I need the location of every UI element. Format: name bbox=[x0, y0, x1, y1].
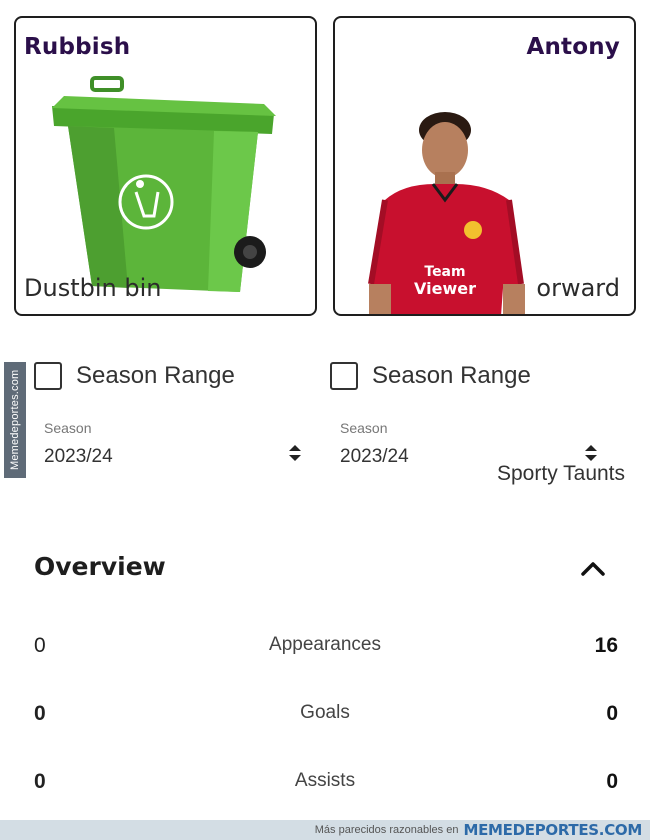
stat-row-appearances: 0 Appearances 16 bbox=[0, 634, 650, 664]
footer-brand: MEMEDEPORTES.COM bbox=[463, 821, 642, 839]
card-title-right: Antony bbox=[526, 34, 620, 60]
card-caption-right: orward bbox=[536, 274, 620, 302]
season-select-left[interactable]: Season 2023/24 bbox=[44, 420, 113, 468]
season-field-value-left: 2023/24 bbox=[44, 446, 113, 467]
green-wheelie-bin-illustration bbox=[52, 76, 276, 292]
sort-updown-icon[interactable] bbox=[288, 444, 302, 462]
season-range-label-right: Season Range bbox=[372, 362, 531, 389]
stat-row-goals: 0 Goals 0 bbox=[0, 702, 650, 732]
stat-right-value: 0 bbox=[606, 702, 618, 725]
chevron-up-icon[interactable] bbox=[579, 558, 607, 578]
season-field-label-left: Season bbox=[44, 420, 92, 436]
overview-title: Overview bbox=[34, 552, 166, 581]
stat-left-value: 0 bbox=[34, 634, 46, 657]
stat-right-value: 0 bbox=[606, 770, 618, 793]
stat-left-value: 0 bbox=[34, 702, 46, 725]
player-photo: Team Viewer bbox=[368, 112, 525, 314]
stat-row-assists: 0 Assists 0 bbox=[0, 770, 650, 800]
season-range-label-left: Season Range bbox=[76, 362, 235, 389]
season-range-toggle-left[interactable]: Season Range bbox=[34, 362, 235, 390]
footer-watermark: Más parecidos razonables en MEMEDEPORTES… bbox=[0, 820, 650, 840]
sort-updown-icon[interactable] bbox=[584, 444, 598, 462]
comparison-card-right: Antony Team Viewer orward bbox=[333, 16, 636, 316]
season-field-value-right: 2023/24 bbox=[340, 446, 409, 467]
comparison-card-left: Rubbish Dustbin bin bbox=[14, 16, 317, 316]
season-select-right[interactable]: Season 2023/24 bbox=[340, 420, 409, 468]
stat-label: Assists bbox=[294, 770, 356, 791]
card-caption-left: Dustbin bin bbox=[24, 274, 162, 302]
season-field-label-right: Season bbox=[340, 420, 388, 436]
season-range-toggle-right[interactable]: Season Range bbox=[330, 362, 531, 390]
footer-small-text: Más parecidos razonables en bbox=[314, 824, 459, 836]
stat-label: Goals bbox=[300, 702, 350, 723]
svg-text:Team: Team bbox=[424, 264, 465, 280]
card-title-left: Rubbish bbox=[24, 34, 131, 60]
side-watermark: Memedeportes.com bbox=[4, 362, 26, 478]
season-range-checkbox-right[interactable] bbox=[330, 362, 358, 390]
svg-text:Viewer: Viewer bbox=[414, 279, 476, 298]
stat-right-value: 16 bbox=[594, 634, 618, 657]
stat-label: Appearances bbox=[269, 634, 381, 655]
season-range-checkbox-left[interactable] bbox=[34, 362, 62, 390]
stat-left-value: 0 bbox=[34, 770, 46, 793]
sporty-taunts-label: Sporty Taunts bbox=[497, 462, 626, 485]
